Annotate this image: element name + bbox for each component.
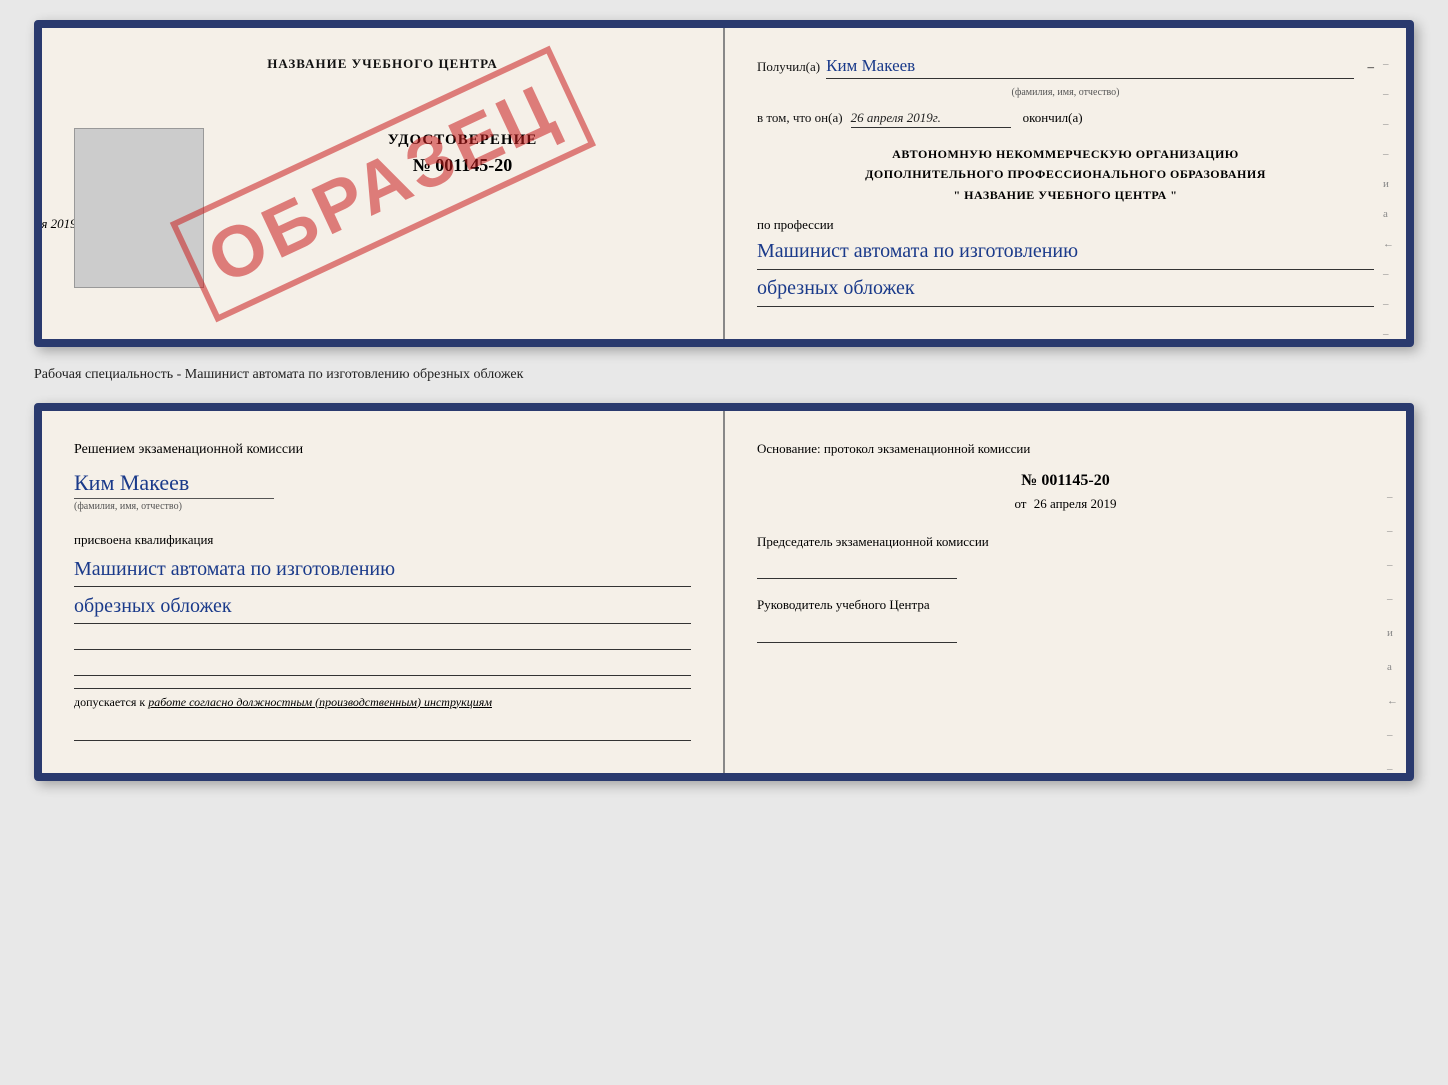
bottom-doc-left: Решением экзаменационной комиссии Ким Ма… [42,411,725,772]
top-doc-right: Получил(а) Ким Макеев – (фамилия, имя, о… [725,28,1406,339]
ot-label: от [1014,496,1026,511]
protocol-number: № 001145-20 [757,472,1374,490]
empty-line1 [74,628,691,650]
protocol-date: от 26 апреля 2019 [757,496,1374,512]
vtom-row: в том, что он(а) 26 апреля 2019г. окончи… [757,110,1374,128]
org-block: АВТОНОМНУЮ НЕКОММЕРЧЕСКУЮ ОРГАНИЗАЦИЮ ДО… [757,144,1374,205]
bottom-profession-line1: Машинист автомата по изготовлению [74,554,691,587]
empty-line3 [74,719,691,741]
rukovoditel-signature-line [757,619,957,643]
bottom-profession-line2: обрезных обложек [74,591,691,624]
dash1: – [1368,59,1375,75]
top-doc-left: НАЗВАНИЕ УЧЕБНОГО ЦЕНТРА УДОСТОВЕРЕНИЕ №… [42,28,725,339]
cert-body: УДОСТОВЕРЕНИЕ № 001145-20 [234,132,691,176]
udostoverenie-label: УДОСТОВЕРЕНИЕ [234,132,691,149]
po-professii-label: по профессии [757,217,1374,233]
cert-number: № 001145-20 [234,155,691,176]
dopuskaetsya-block: допускается к работе согласно должностны… [74,688,691,711]
vydano-date: 26 апреля 2019 [34,216,77,231]
bottom-name: Ким Макеев [74,470,691,496]
profession-line2: обрезных обложек [757,274,1374,307]
vtom-label: в том, что он(а) [757,110,843,126]
recipient-row: Получил(а) Ким Макеев – [757,56,1374,79]
rukovoditel-label: Руководитель учебного Центра [757,595,1374,615]
dopuskaetsya-label: допускается к [74,695,145,709]
predsedatel-signature-line [757,555,957,579]
predsedatel-block: Председатель экзаменационной комиссии [757,532,1374,580]
obrazec-stamp: ОБРАЗЕЦ [169,45,595,322]
photo-placeholder [74,128,204,288]
cert-school-title: НАЗВАНИЕ УЧЕБНОГО ЦЕНТРА [74,56,691,72]
rukovoditel-block: Руководитель учебного Центра [757,595,1374,643]
recipient-name: Ким Макеев [826,56,915,75]
completion-date: 26 апреля 2019г. [851,110,1011,128]
osnovanie-label: Основание: протокол экзаменационной коми… [757,439,1374,460]
predsedatel-label: Председатель экзаменационной комиссии [757,532,1374,552]
protocol-date-value: 26 апреля 2019 [1034,496,1117,511]
org-line2: ДОПОЛНИТЕЛЬНОГО ПРОФЕССИОНАЛЬНОГО ОБРАЗО… [757,164,1374,184]
prisvoena-label: присвоена квалификация [74,532,691,548]
right-margin-marks: – – – – и а ← – – – – – [1383,28,1394,339]
fio-sublabel: (фамилия, имя, отчество) [757,87,1374,98]
rabote-text: работе согласно должностным (производств… [148,695,492,709]
org-name: " НАЗВАНИЕ УЧЕБНОГО ЦЕНТРА " [757,185,1374,205]
okonchil-label: окончил(а) [1023,110,1083,126]
bottom-document: Решением экзаменационной комиссии Ким Ма… [34,403,1414,780]
top-document: НАЗВАНИЕ УЧЕБНОГО ЦЕНТРА УДОСТОВЕРЕНИЕ №… [34,20,1414,347]
bottom-right-margin-marks: – – – – и а ← – – – – – [1387,411,1398,772]
separator-label: Рабочая специальность - Машинист автомат… [34,363,1414,387]
bottom-fio-label: (фамилия, имя, отчество) [74,498,274,512]
bottom-doc-right: Основание: протокол экзаменационной коми… [725,411,1406,772]
empty-line2 [74,654,691,676]
resheniem-label: Решением экзаменационной комиссии [74,439,691,461]
poluchil-label: Получил(а) [757,59,820,75]
profession-line1: Машинист автомата по изготовлению [757,237,1374,270]
org-line1: АВТОНОМНУЮ НЕКОММЕРЧЕСКУЮ ОРГАНИЗАЦИЮ [757,144,1374,164]
